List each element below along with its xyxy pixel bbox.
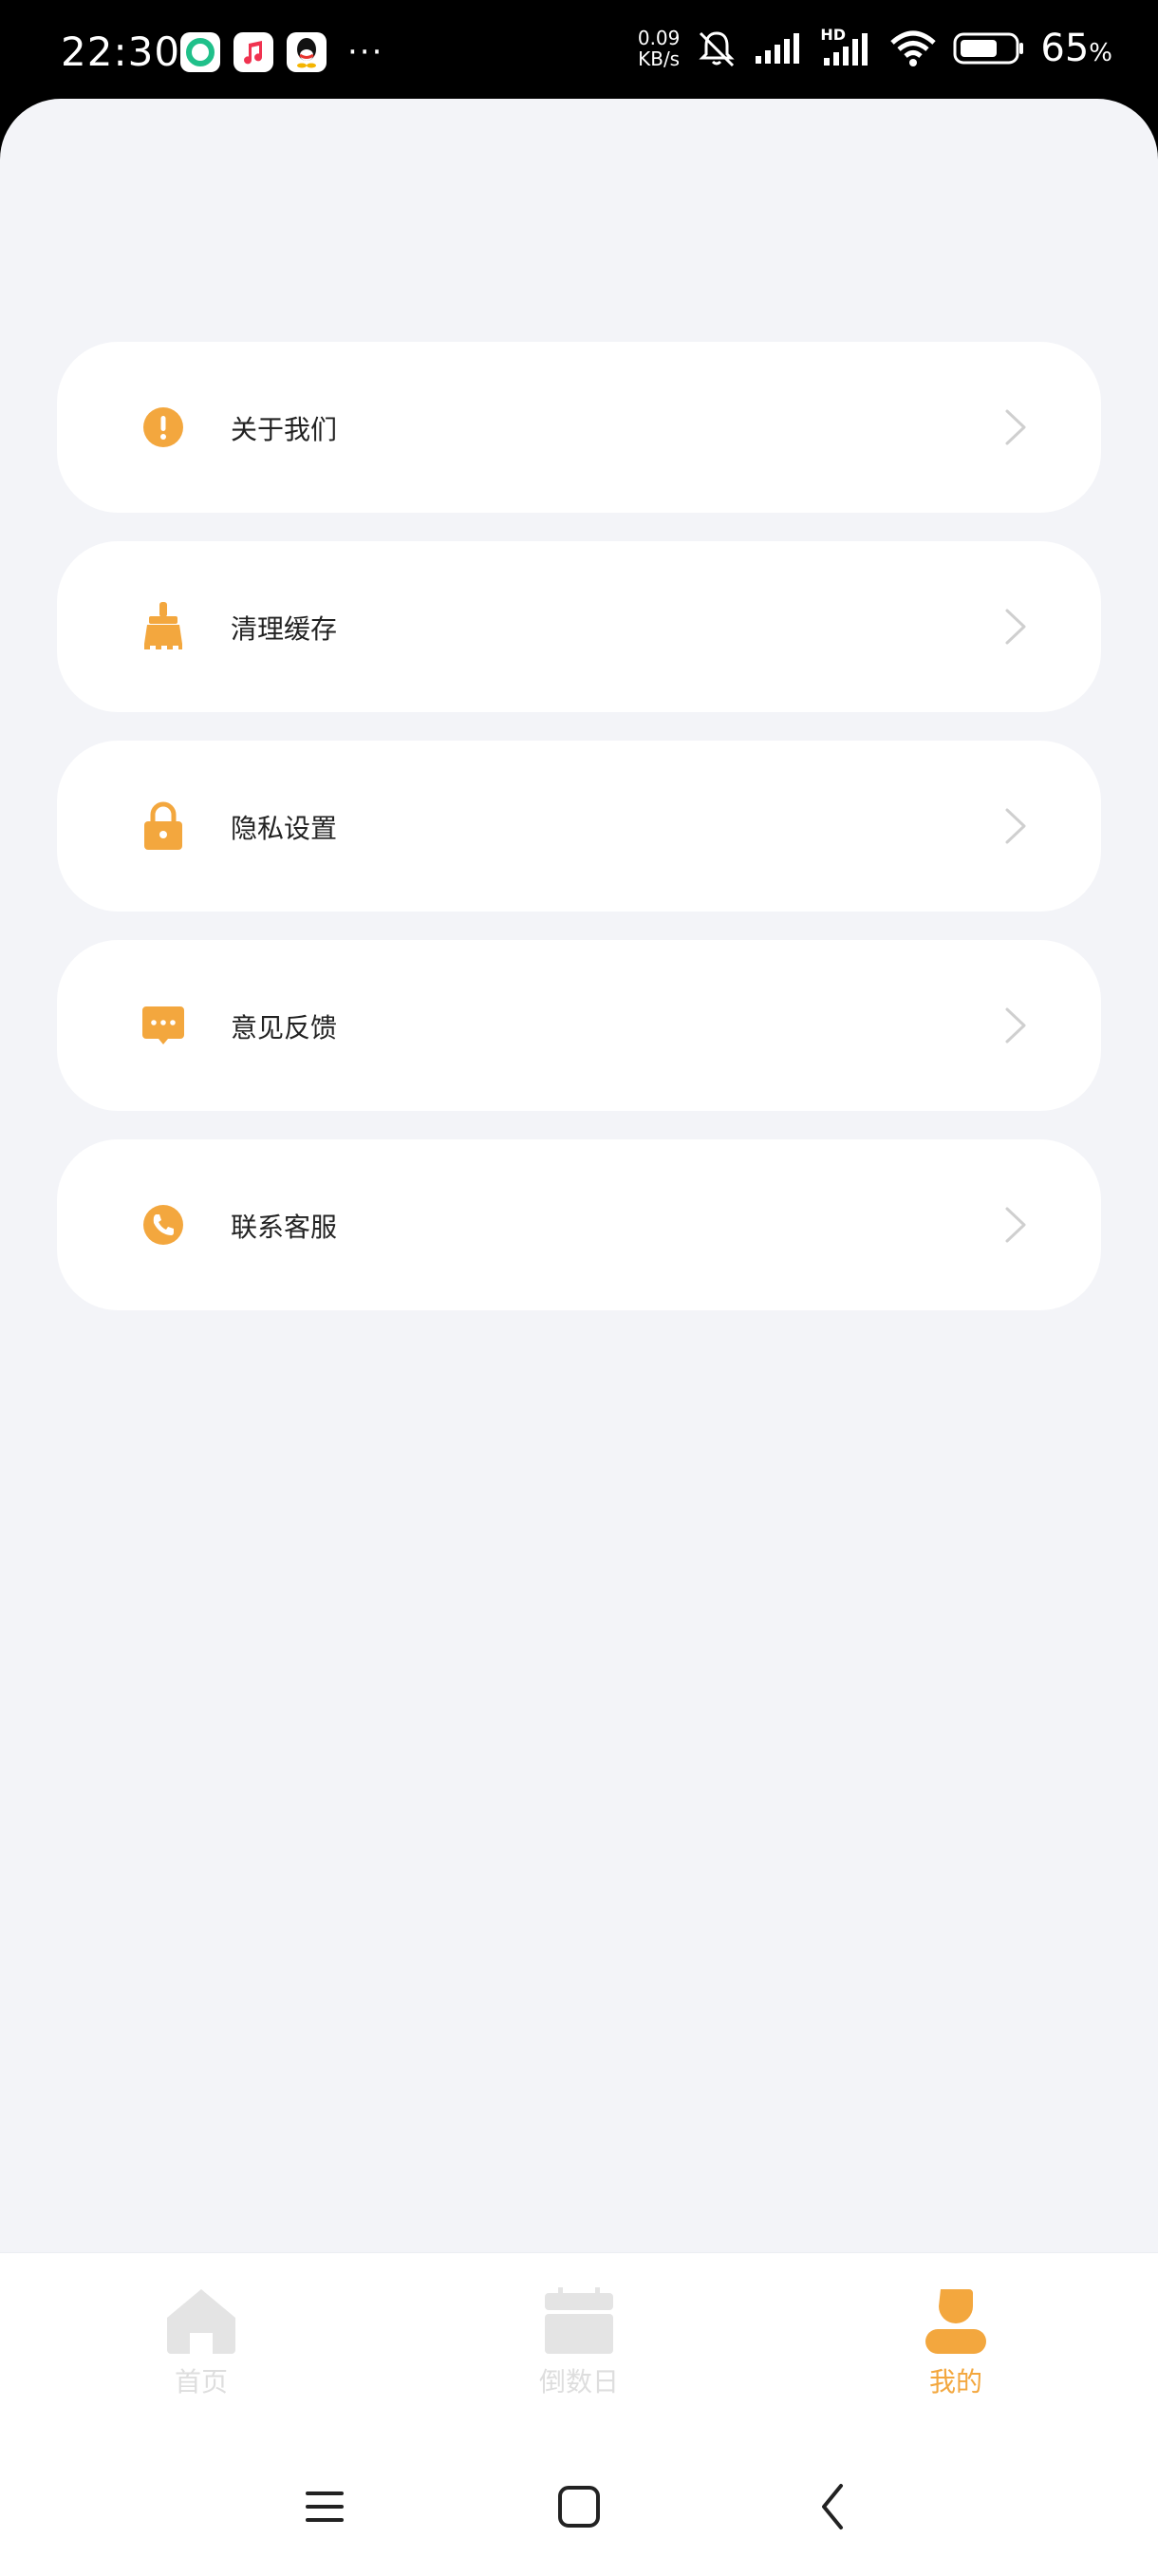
menu-item-clear-cache[interactable]: 清理缓存 — [57, 541, 1101, 712]
back-icon[interactable] — [807, 2478, 864, 2535]
feedback-icon — [142, 1006, 184, 1044]
menu-item-label: 联系客服 — [231, 1212, 338, 1243]
tab-countdown[interactable]: 倒数日 — [503, 2287, 655, 2399]
music-notification-icon — [233, 32, 273, 72]
chevron-right-icon — [1005, 1207, 1026, 1243]
menu-item-label: 关于我们 — [231, 414, 338, 445]
settings-menu: 关于我们 清理缓存 隐私设置 意见反馈 联系客服 — [57, 342, 1101, 1339]
lock-icon — [144, 801, 182, 850]
battery-icon — [953, 32, 1024, 65]
signal-icon — [756, 33, 800, 64]
system-nav-bar — [0, 2459, 1158, 2554]
app-notification-icon — [180, 32, 220, 72]
more-notifications-icon: ··· — [347, 33, 384, 71]
tab-label: 倒数日 — [538, 2366, 619, 2397]
wifi-icon — [890, 30, 937, 66]
phone-icon — [143, 1205, 183, 1245]
menu-item-label: 隐私设置 — [231, 813, 338, 844]
status-bar: 22:30 ··· 0.09 KB/s HD 65% — [0, 0, 1158, 99]
broom-icon — [144, 602, 182, 649]
info-icon — [143, 407, 183, 447]
qq-notification-icon — [287, 32, 327, 72]
recent-apps-icon[interactable] — [298, 2478, 355, 2535]
menu-item-feedback[interactable]: 意见反馈 — [57, 940, 1101, 1111]
menu-item-label: 意见反馈 — [231, 1012, 338, 1044]
battery-percent: 65% — [1040, 27, 1112, 70]
status-time: 22:30 — [61, 28, 181, 75]
tab-label: 首页 — [174, 2366, 228, 2397]
tab-label: 我的 — [928, 2366, 982, 2397]
menu-item-about[interactable]: 关于我们 — [57, 342, 1101, 513]
mute-bell-icon — [699, 31, 735, 67]
settings-page: 关于我们 清理缓存 隐私设置 意见反馈 联系客服 — [0, 99, 1158, 2252]
notification-apps: ··· — [180, 32, 383, 72]
home-icon — [167, 2289, 235, 2354]
chevron-right-icon — [1005, 1007, 1026, 1044]
chevron-right-icon — [1005, 808, 1026, 844]
tab-home[interactable]: 首页 — [125, 2287, 277, 2399]
tab-mine[interactable]: 我的 — [880, 2287, 1032, 2399]
network-speed: 0.09 KB/s — [637, 27, 681, 70]
home-button-icon[interactable] — [551, 2478, 607, 2535]
menu-item-privacy[interactable]: 隐私设置 — [57, 741, 1101, 912]
menu-item-label: 清理缓存 — [231, 613, 338, 645]
hd-signal-icon: HD — [820, 26, 873, 67]
menu-item-customer-service[interactable]: 联系客服 — [57, 1139, 1101, 1310]
user-icon — [925, 2289, 986, 2354]
chevron-right-icon — [1005, 609, 1026, 645]
calendar-icon — [545, 2287, 613, 2354]
status-right: 0.09 KB/s HD 65% — [637, 26, 1112, 70]
chevron-right-icon — [1005, 409, 1026, 445]
